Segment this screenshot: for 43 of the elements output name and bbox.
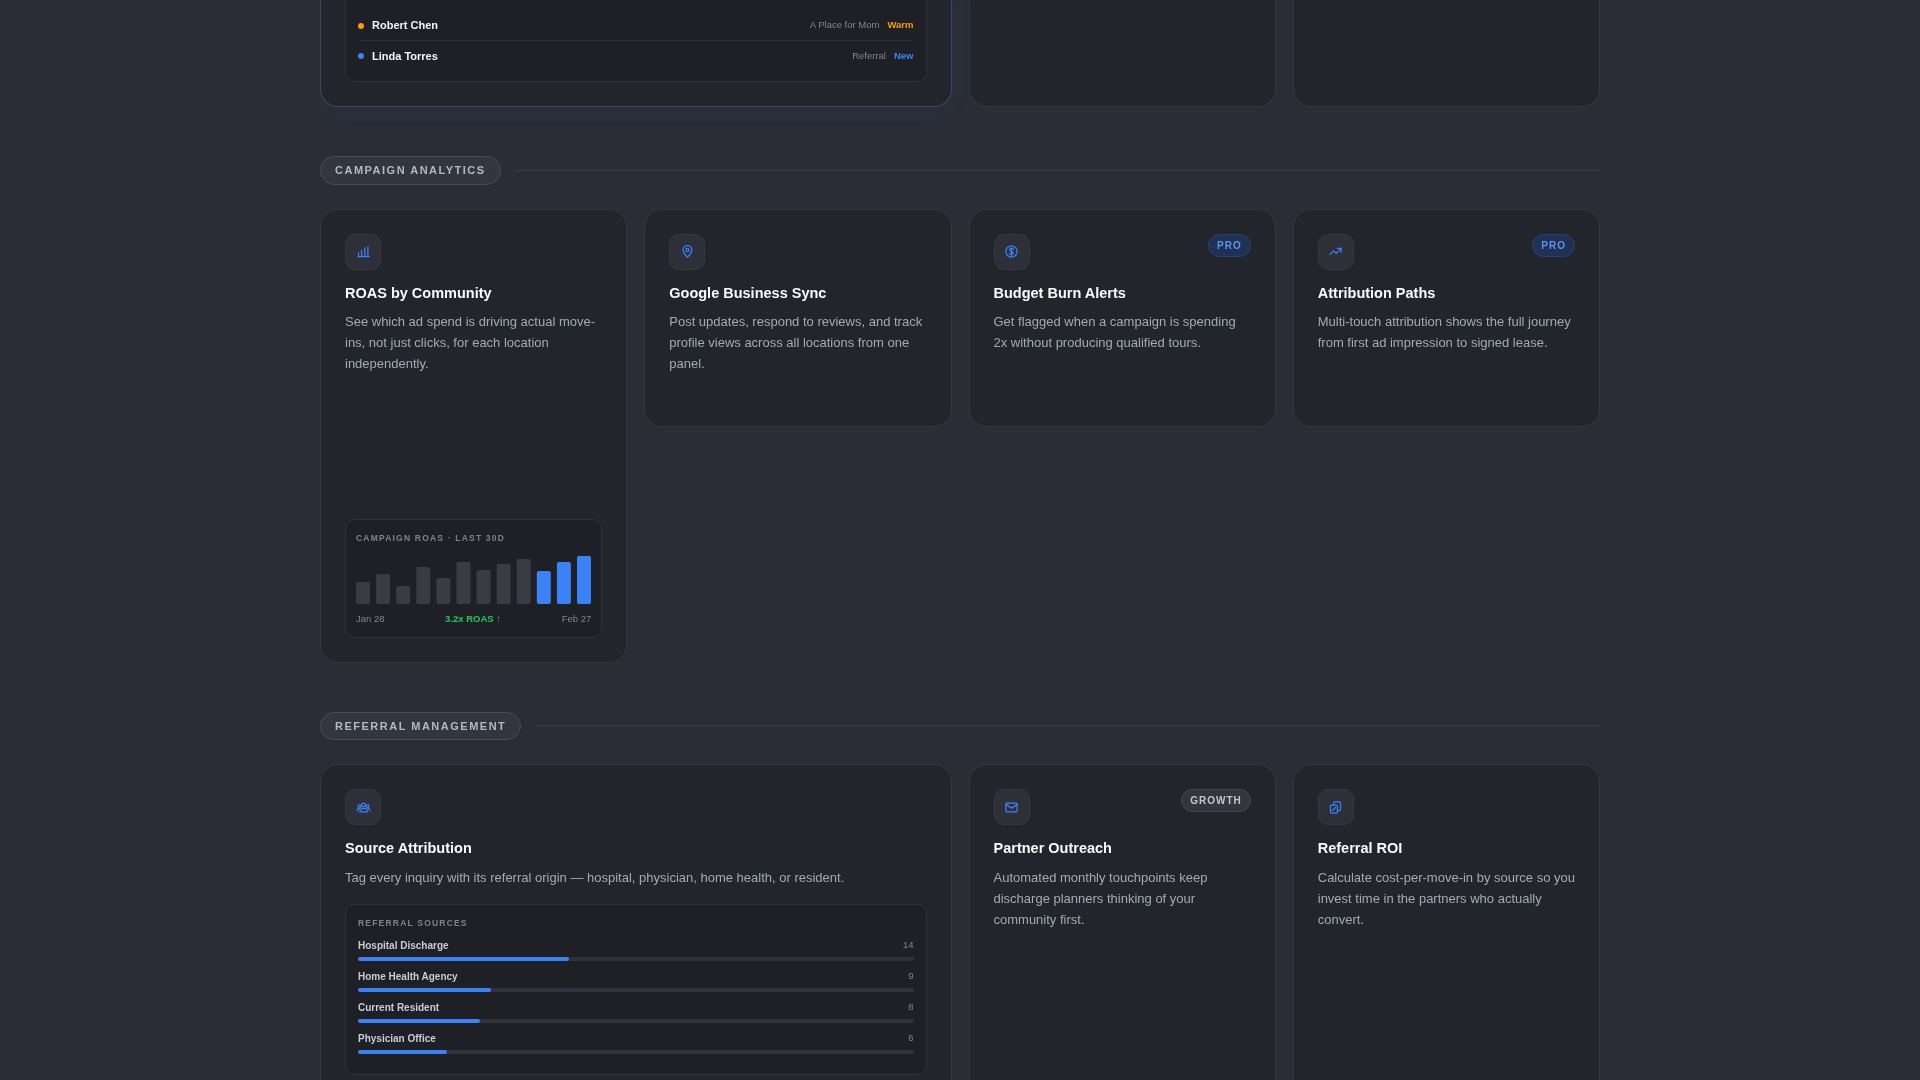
card-title: ROAS by Community: [345, 283, 493, 303]
plan-tag: PRO: [1208, 233, 1251, 257]
card-description: Get flagged when a campaign is spending 2x without producing qualified tours.: [993, 313, 1237, 353]
card-description: Post updates, respond to reviews, and track profile views across all locations from one panel.: [669, 313, 924, 374]
card-description: Calculate cost-per-move-in by source so you invest time in the partners who actually convert.: [1317, 868, 1575, 929]
chart-title: CAMPAIGN ROAS · LAST 30D: [356, 531, 507, 545]
source-count: 9: [908, 968, 914, 983]
dollar-icon: [1004, 244, 1019, 259]
source-count: 8: [908, 999, 914, 1014]
date-label: Feb 27: [561, 612, 592, 627]
source-count: 14: [902, 937, 914, 952]
card-title: Attribution Paths: [1317, 283, 1437, 303]
lead-source: Referral: [852, 48, 886, 63]
card-title: Source Attribution: [345, 839, 473, 858]
card-description: Multi-touch attribution shows the full journey from first ad impression to signed lease.: [1317, 313, 1572, 353]
copy-icon: [1328, 799, 1344, 815]
section-label: CAMPAIGN ANALYTICS: [320, 156, 501, 185]
section-label: REFERRAL MANAGEMENT: [320, 711, 522, 740]
card-title: Budget Burn Alerts: [993, 283, 1127, 303]
users-icon: [355, 799, 371, 815]
source-name: Home Health Agency: [358, 969, 458, 984]
plan-tag: GROWTH: [1181, 789, 1251, 812]
roas-summary: 3.2x ROAS ↑: [445, 612, 502, 627]
lead-status: New: [893, 48, 914, 63]
lead-source: A Place for Mom: [809, 18, 880, 33]
card-title: Partner Outreach: [993, 839, 1113, 858]
lead-name: Linda Torres: [372, 48, 438, 64]
card-title: Google Business Sync: [669, 283, 828, 303]
source-count: 6: [908, 1030, 914, 1045]
bar-chart-icon: [355, 244, 371, 259]
card-title: Referral ROI: [1317, 839, 1404, 858]
card-description: Automated monthly touchpoints keep discharge planners thinking of your community first.: [993, 868, 1209, 929]
lead-status: Warm: [887, 18, 914, 33]
card-description: Tag every inquiry with its referral origin — hospital, physician, home health, or resident.: [345, 868, 846, 887]
lead-name: Robert Chen: [372, 18, 438, 34]
source-name: Current Resident: [358, 1000, 440, 1015]
panel-title: REFERRAL SOURCES: [358, 916, 469, 930]
date-label: Jan 28: [356, 612, 385, 627]
card-description: See which ad spend is driving actual move-ins, not just clicks, for each location independently.: [345, 313, 597, 374]
source-name: Physician Office: [358, 1031, 436, 1046]
source-name: Hospital Discharge: [358, 938, 449, 953]
plan-tag: PRO: [1532, 233, 1575, 257]
envelope-icon: [1004, 799, 1019, 815]
